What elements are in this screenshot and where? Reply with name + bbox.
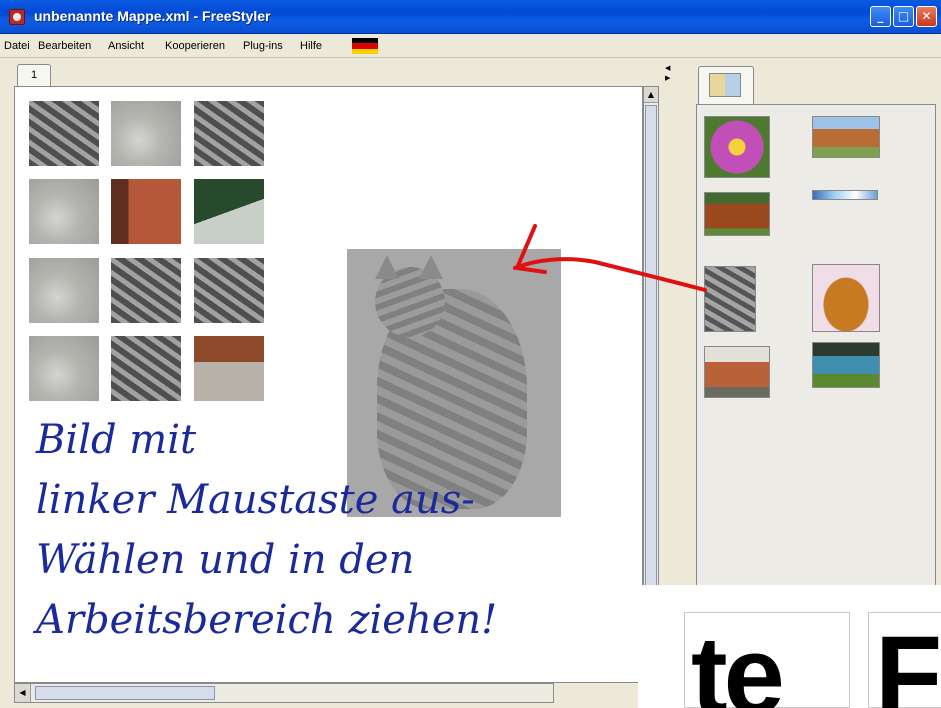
handwritten-line: linker Maustaste aus- — [36, 477, 475, 523]
library-image-dog[interactable] — [812, 264, 880, 332]
menu-kooperieren[interactable]: Kooperieren — [165, 40, 225, 52]
scroll-left-arrow-icon[interactable]: ◀ — [15, 684, 31, 702]
cat-ear — [375, 255, 399, 279]
puzzle-tile[interactable] — [194, 179, 264, 244]
title-bar: unbenannte Mappe.xml - FreeStyler _ □ ✕ — [0, 0, 941, 34]
library-image-horse[interactable] — [704, 346, 770, 398]
puzzle-tile[interactable] — [194, 258, 264, 323]
puzzle-tile[interactable] — [111, 258, 181, 323]
handwritten-line: Wählen und in den — [36, 537, 415, 583]
puzzle-tile[interactable] — [29, 336, 99, 401]
close-button[interactable]: ✕ — [916, 6, 937, 27]
menu-plugins[interactable]: Plug-ins — [243, 40, 283, 52]
drag-arrow — [513, 224, 707, 292]
window-title: unbenannte Mappe.xml - FreeStyler — [34, 8, 271, 24]
horizontal-scrollbar[interactable]: ◀ — [14, 683, 554, 703]
handwritten-instructions: Bild mit linker Maustaste aus- Wählen un… — [36, 410, 596, 650]
collapse-left-arrow-icon[interactable]: ◀ — [665, 64, 670, 72]
zoom-text: te — [691, 614, 785, 708]
puzzle-tile[interactable] — [194, 101, 264, 166]
menu-datei[interactable]: Datei — [4, 40, 30, 52]
tab-puzzle-library[interactable] — [698, 66, 754, 104]
handwritten-line: Arbeitsbereich ziehen! — [36, 597, 498, 643]
vertical-scroll-thumb[interactable] — [645, 105, 657, 645]
horizontal-scroll-thumb[interactable] — [35, 686, 215, 700]
menu-hilfe[interactable]: Hilfe — [300, 40, 322, 52]
puzzle-tile[interactable] — [194, 336, 264, 401]
zoom-box: F — [868, 612, 941, 708]
freestyler-app-icon — [9, 9, 25, 25]
menu-bearbeiten[interactable]: Bearbeiten — [38, 40, 91, 52]
handwritten-line: Bild mit — [36, 417, 197, 463]
puzzle-tile[interactable] — [111, 179, 181, 244]
puzzle-tile[interactable] — [29, 258, 99, 323]
collapse-right-arrow-icon[interactable]: ▶ — [665, 74, 670, 82]
minimize-button[interactable]: _ — [870, 6, 891, 27]
zoom-box: te — [684, 612, 850, 708]
scroll-up-arrow-icon[interactable]: ▲ — [644, 87, 658, 103]
maximize-button[interactable]: □ — [893, 6, 914, 27]
cat-ear — [419, 255, 443, 279]
menu-bar: Datei Bearbeiten Ansicht Kooperieren Plu… — [0, 34, 941, 58]
puzzle-tile[interactable] — [111, 101, 181, 166]
zoom-text: F — [875, 614, 941, 708]
menu-ansicht[interactable]: Ansicht — [108, 40, 144, 52]
tab-page-1[interactable]: 1 — [17, 64, 51, 86]
puzzle-tile[interactable] — [29, 179, 99, 244]
puzzle-icon — [709, 73, 741, 97]
library-image-banner[interactable] — [812, 190, 878, 200]
puzzle-tile[interactable] — [29, 101, 99, 166]
german-flag-icon[interactable] — [352, 38, 378, 54]
library-image-painted-cow[interactable] — [812, 342, 880, 388]
puzzle-tile[interactable] — [111, 336, 181, 401]
library-image-flower[interactable] — [704, 116, 770, 178]
library-image-cow[interactable] — [812, 116, 880, 158]
